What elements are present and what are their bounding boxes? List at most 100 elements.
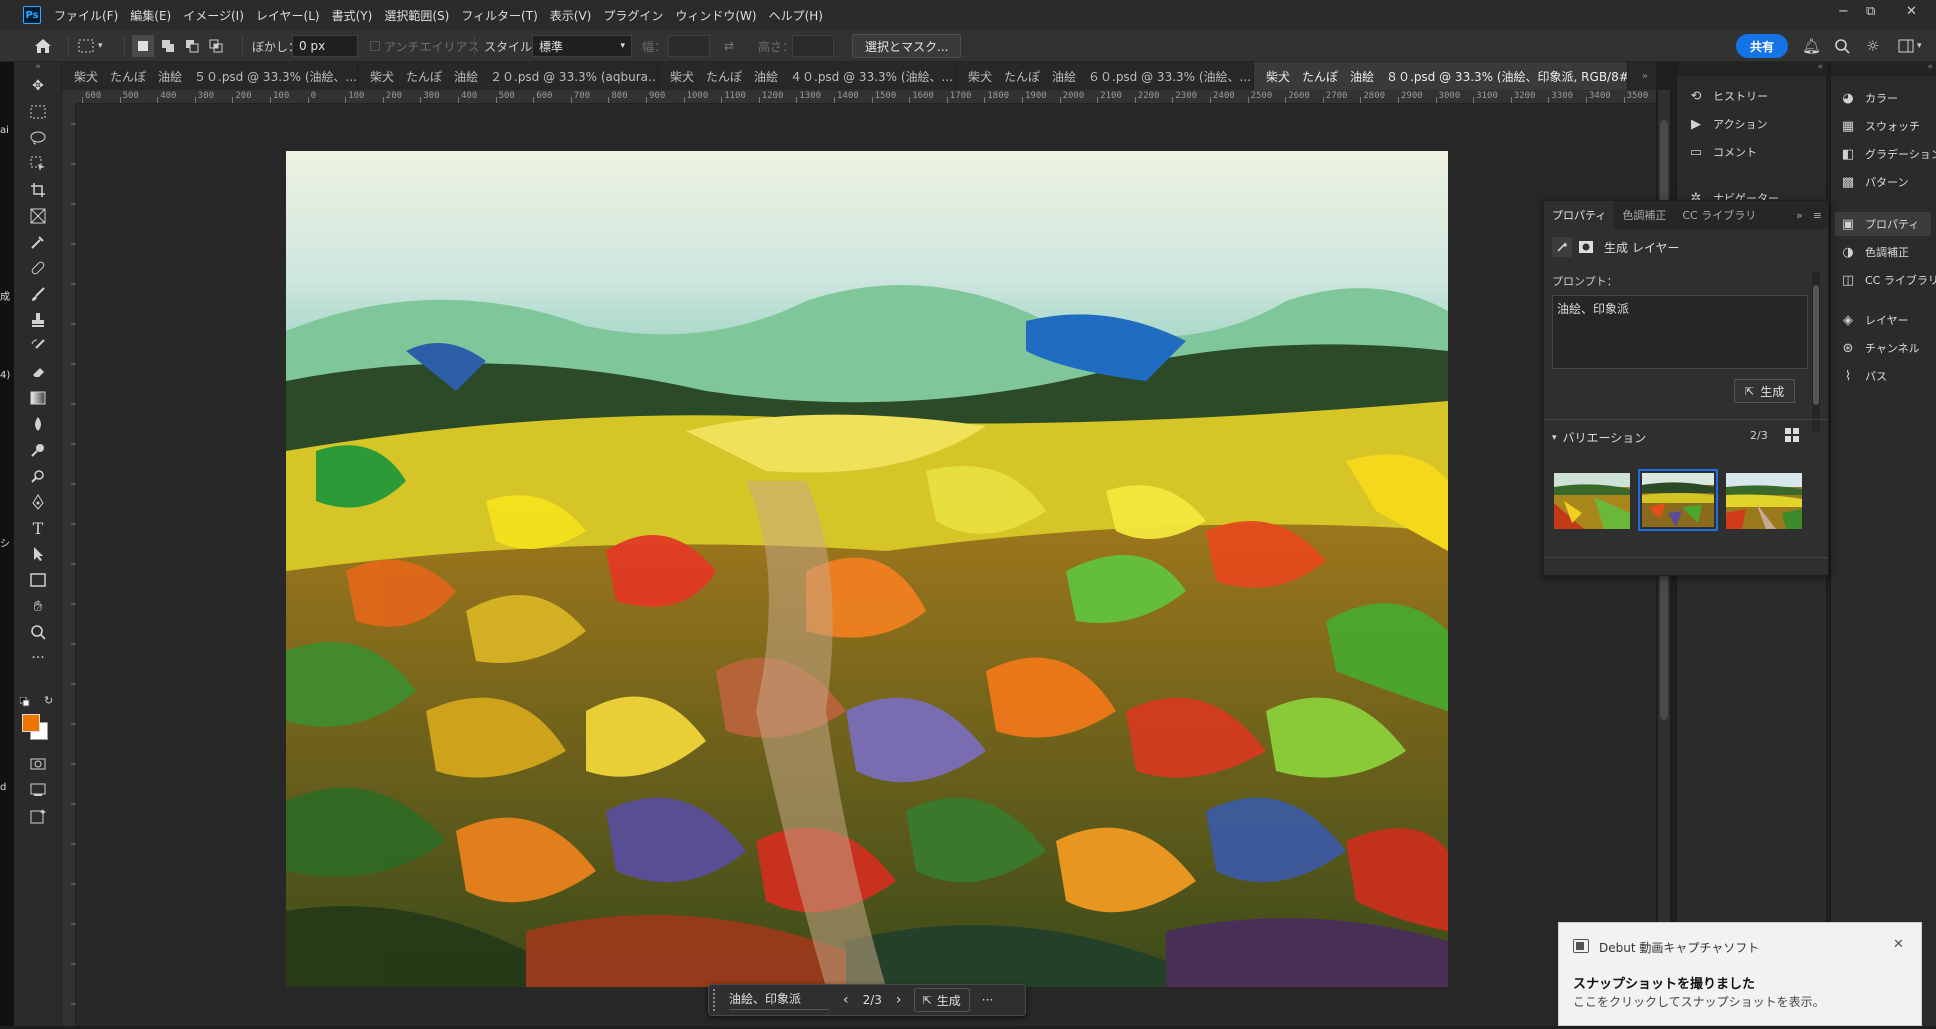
menu-help[interactable]: ヘルプ(H)	[763, 7, 829, 24]
feather-input[interactable]: 0 px	[292, 35, 358, 57]
width-input[interactable]	[668, 35, 710, 57]
swap-icon[interactable]: ⇄	[724, 30, 734, 62]
select-and-mask-button[interactable]: 選択とマスク...	[852, 34, 962, 58]
prompt-field[interactable]: 油絵、印象派	[729, 990, 829, 1010]
rectangle-tool-icon[interactable]	[14, 568, 62, 592]
screen-mode-icon[interactable]	[14, 778, 62, 802]
panel-menu-icon[interactable]: ≡	[1813, 209, 1822, 222]
tabs-overflow-icon[interactable]: »	[1628, 62, 1656, 90]
zoom-tool-icon[interactable]	[14, 620, 62, 644]
dock-swatches[interactable]: ▦ スウォッチ	[1839, 118, 1920, 134]
restore-button[interactable]: ⧉	[1866, 4, 1875, 19]
menu-plugins[interactable]: プラグイン	[597, 7, 669, 24]
panel-scrollbar[interactable]	[1812, 271, 1820, 431]
healing-brush-tool-icon[interactable]	[14, 256, 62, 280]
antialias-checkbox[interactable]: アンチエイリアス	[370, 30, 480, 62]
tab-properties[interactable]: プロパティ	[1544, 201, 1615, 229]
dock-gradients[interactable]: ◧ グラデーション	[1839, 146, 1936, 162]
share-button[interactable]: 共有	[1736, 34, 1789, 58]
frame-tool-icon[interactable]	[14, 204, 62, 228]
more-tools-icon[interactable]: ···	[14, 646, 62, 670]
eyedropper-tool-icon[interactable]	[14, 230, 62, 254]
dock-actions[interactable]: ▶ アクション	[1687, 116, 1767, 132]
marquee-tool-icon[interactable]	[14, 100, 62, 124]
dock-patterns[interactable]: ▩ パターン	[1839, 174, 1909, 190]
tab-adjustments[interactable]: 色調補正	[1614, 201, 1674, 229]
close-window-button[interactable]: ✕	[1906, 4, 1917, 19]
tab-document-50[interactable]: 柴犬 たんぽ 油絵 ５０.psd @ 33.3% (油絵、...✕	[62, 62, 358, 90]
dodge-tool-icon[interactable]	[14, 438, 62, 462]
gradient-tool-icon[interactable]	[14, 386, 62, 410]
generative-icon[interactable]	[14, 804, 62, 828]
stamp-tool-icon[interactable]	[14, 308, 62, 332]
blur-tool-icon[interactable]	[14, 412, 62, 436]
tab-document-40[interactable]: 柴犬 たんぽ 油絵 ４０.psd @ 33.3% (油絵、...✕	[658, 62, 956, 90]
zoom-small-tool-icon[interactable]	[14, 464, 62, 488]
lasso-tool-icon[interactable]	[14, 126, 62, 150]
menu-file[interactable]: ファイル(F)	[48, 7, 124, 24]
home-button[interactable]	[34, 30, 52, 62]
minimize-button[interactable]: −	[1838, 4, 1849, 19]
dock-channels[interactable]: ⊛ チャンネル	[1839, 340, 1920, 356]
close-icon[interactable]: ✕	[1893, 937, 1904, 952]
context-generate-button[interactable]: ⇱ 生成	[913, 988, 970, 1012]
dock-color[interactable]: ◕ カラー	[1839, 90, 1898, 106]
tab-cc-libraries[interactable]: CC ライブラリ	[1674, 201, 1764, 229]
menu-view[interactable]: 表示(V)	[544, 7, 598, 24]
prompt-textarea[interactable]: 油絵、印象派	[1552, 295, 1808, 369]
crop-tool-icon[interactable]	[14, 178, 62, 202]
hand-tool-icon[interactable]: ✋︎	[14, 594, 62, 618]
grid-view-icon[interactable]	[1784, 427, 1800, 446]
new-selection-icon[interactable]	[132, 35, 154, 57]
variation-thumbnail-2-selected[interactable]	[1638, 469, 1718, 531]
menu-window[interactable]: ウィンドウ(W)	[669, 7, 762, 24]
notification-toast[interactable]: Debut 動画キャプチャソフト ✕ スナップショットを撮りました ここをクリッ…	[1558, 922, 1922, 1026]
move-tool-icon[interactable]: ✥	[14, 74, 62, 98]
pen-tool-icon[interactable]	[14, 490, 62, 514]
history-brush-tool-icon[interactable]	[14, 334, 62, 358]
foreground-color-swatch[interactable]	[22, 714, 40, 732]
menu-layer[interactable]: レイヤー(L)	[250, 7, 326, 24]
add-selection-icon[interactable]	[156, 39, 180, 53]
search-icon[interactable]	[1834, 30, 1850, 62]
panel-scroll-thumb[interactable]	[1813, 285, 1819, 405]
tab-document-80[interactable]: 柴犬 たんぽ 油絵 ８０.psd @ 33.3% (油絵、印象派, RGB/8#…	[1254, 62, 1628, 90]
generate-button[interactable]: ⇱ 生成	[1734, 379, 1796, 403]
dock-history[interactable]: ⟲ ヒストリー	[1687, 88, 1768, 104]
menu-edit[interactable]: 編集(E)	[124, 7, 177, 24]
dock-paths[interactable]: ⌇ パス	[1839, 368, 1887, 384]
object-select-tool-icon[interactable]	[14, 152, 62, 176]
eraser-tool-icon[interactable]	[14, 360, 62, 384]
subtract-selection-icon[interactable]	[180, 39, 204, 53]
menu-image[interactable]: イメージ(I)	[177, 7, 250, 24]
dock-adjustments[interactable]: ◑ 色調補正	[1839, 244, 1909, 260]
swap-colors-icon[interactable]: ↻	[44, 694, 53, 707]
quick-mask-icon[interactable]	[14, 752, 62, 776]
dock-cc-libraries[interactable]: ◫ CC ライブラリ	[1839, 272, 1936, 288]
brush-tool-icon[interactable]	[14, 282, 62, 306]
workspace-icon[interactable]: ▾	[1898, 30, 1922, 62]
type-tool-icon[interactable]: T	[14, 516, 62, 540]
dock-collapse-icon[interactable]: «	[1831, 62, 1936, 76]
menu-type[interactable]: 書式(Y)	[326, 7, 379, 24]
height-input[interactable]	[792, 35, 834, 57]
previous-variation-icon[interactable]: ‹	[843, 992, 849, 1008]
dock-comments[interactable]: ▭ コメント	[1687, 144, 1757, 160]
discover-bulb-icon[interactable]: ☼	[1866, 30, 1879, 62]
style-select[interactable]: 標準 ▾	[532, 35, 632, 57]
collapse-tools-icon[interactable]: »	[14, 62, 62, 72]
default-colors-icon[interactable]	[19, 696, 30, 707]
panel-expand-icon[interactable]: »	[1796, 209, 1803, 222]
tab-document-60[interactable]: 柴犬 たんぽ 油絵 ６０.psd @ 33.3% (油絵、...✕	[956, 62, 1254, 90]
marquee-preset-button[interactable]: ▾	[78, 30, 103, 62]
variations-header[interactable]: ▾ バリエーション	[1552, 429, 1646, 446]
more-options-icon[interactable]: ···	[982, 993, 993, 1007]
intersect-selection-icon[interactable]	[204, 39, 228, 53]
drag-handle-icon[interactable]	[713, 989, 719, 1011]
menu-select[interactable]: 選択範囲(S)	[378, 7, 455, 24]
oil-painting-image[interactable]	[286, 151, 1448, 987]
dock-collapse-icon[interactable]: «	[1677, 62, 1827, 76]
variation-thumbnail-3[interactable]	[1726, 473, 1802, 529]
tab-document-20[interactable]: 柴犬 たんぽ 油絵 ２０.psd @ 33.3% (aqbura...✕	[358, 62, 658, 90]
variation-thumbnail-1[interactable]	[1554, 473, 1630, 529]
